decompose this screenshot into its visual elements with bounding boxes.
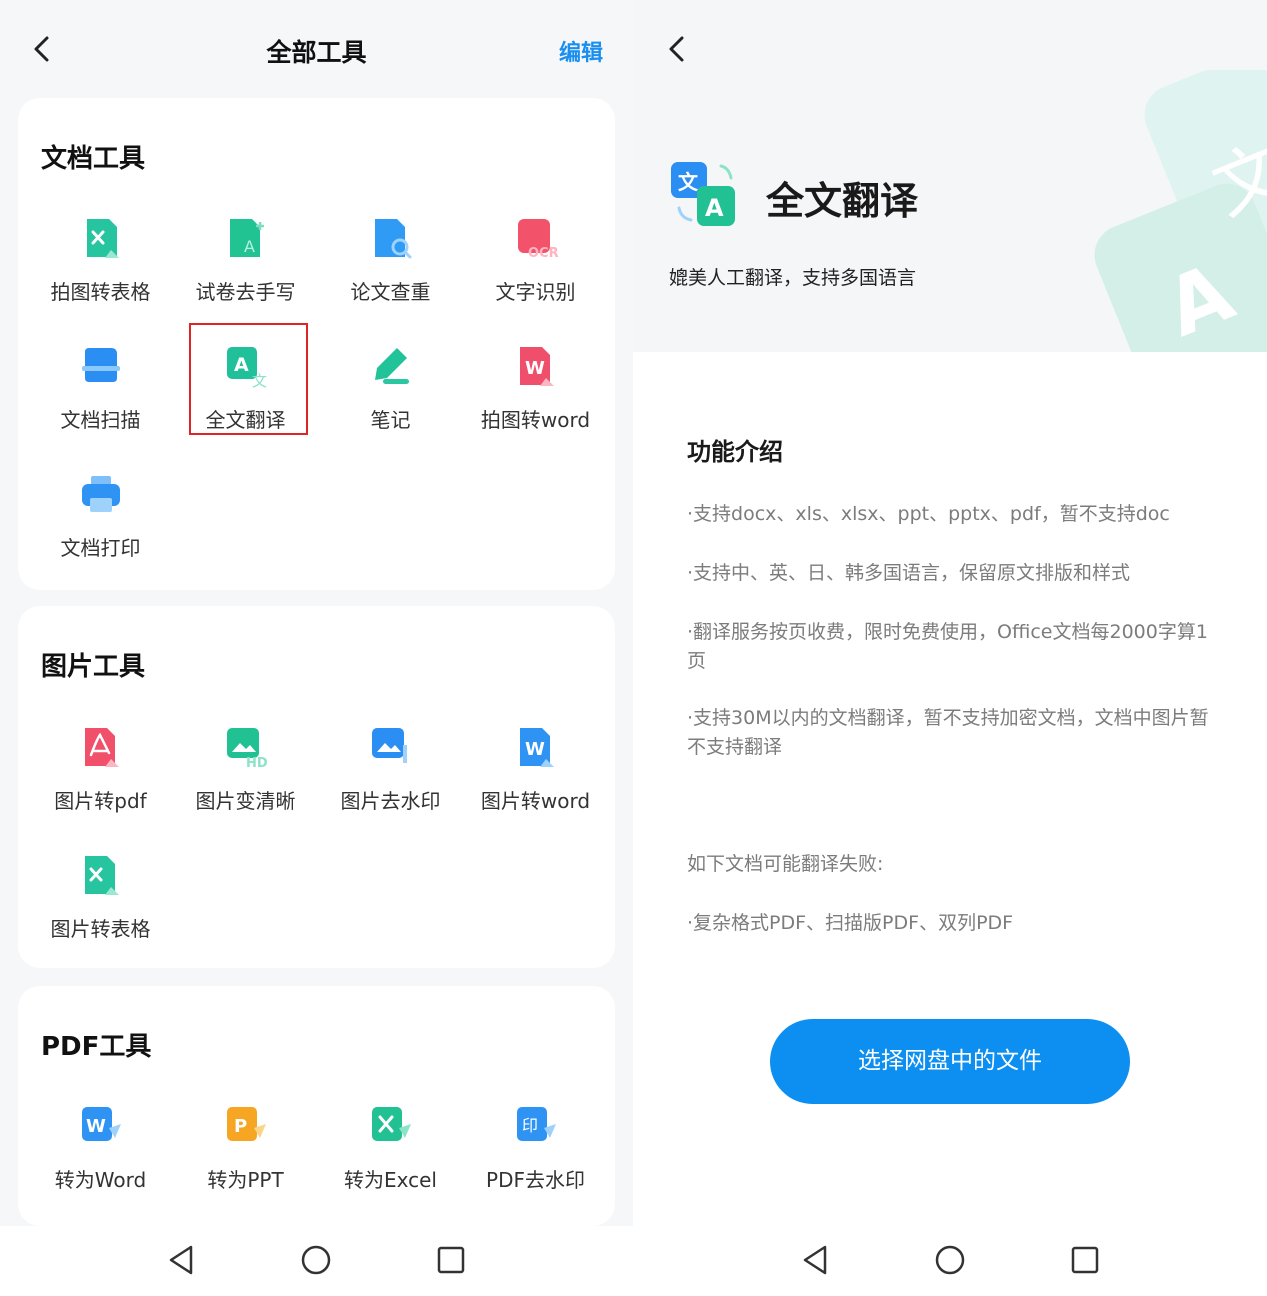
pdf-to-ppt-icon: P xyxy=(226,1107,266,1141)
translate-watermark-icon: 文 A xyxy=(1094,70,1267,352)
all-tools-screen: 全部工具 编辑 文档工具 拍图转表格 A 试卷去手写 论文查重 OCR 文字识别… xyxy=(0,0,633,1296)
failure-item: ·复杂格式PDF、扫描版PDF、双列PDF xyxy=(687,912,1014,934)
home-circle-icon[interactable] xyxy=(298,1242,334,1278)
tool-label: 转为PPT xyxy=(207,1168,284,1192)
back-triangle-icon[interactable] xyxy=(797,1242,833,1278)
tool-label: 图片去水印 xyxy=(340,789,441,813)
tool-pdf-to-excel[interactable]: 转为Excel xyxy=(318,1104,463,1224)
translate-icon: A 文 xyxy=(226,347,267,388)
tool-image-hd[interactable]: HD 图片变清晰 xyxy=(173,725,318,845)
photo-to-table-icon xyxy=(86,219,119,258)
section-title: 功能介绍 xyxy=(687,438,783,466)
plagiarism-check-icon xyxy=(374,219,411,259)
svg-text:W: W xyxy=(525,739,545,760)
tool-label: 转为Word xyxy=(54,1168,147,1192)
tool-pdf-remove-watermark[interactable]: 印 PDF去水印 xyxy=(463,1104,608,1224)
tool-ocr[interactable]: OCR 文字识别 xyxy=(463,216,608,336)
tool-note[interactable]: 笔记 xyxy=(318,344,463,464)
svg-text:文: 文 xyxy=(252,372,267,388)
tool-document-scan[interactable]: 文档扫描 xyxy=(28,344,173,464)
tool-image-to-word[interactable]: W 图片转word xyxy=(463,725,608,845)
tool-pdf-to-word[interactable]: W 转为Word xyxy=(28,1104,173,1224)
pdf-remove-watermark-icon: 印 xyxy=(516,1107,556,1141)
tool-document-print[interactable]: 文档打印 xyxy=(28,472,173,592)
image-hd-icon: HD xyxy=(226,728,268,769)
page-title: 全部工具 xyxy=(266,38,367,67)
tool-label: 文档打印 xyxy=(60,536,141,560)
tool-plagiarism-check[interactable]: 论文查重 xyxy=(318,216,463,336)
svg-text:W: W xyxy=(525,358,545,379)
document-tools-card: 文档工具 拍图转表格 A 试卷去手写 论文查重 OCR 文字识别 文档扫描 A … xyxy=(18,98,615,590)
back-triangle-icon[interactable] xyxy=(163,1242,199,1278)
translate-icon: 文 A xyxy=(671,162,735,226)
svg-text:HD: HD xyxy=(246,756,268,769)
remove-handwriting-icon: A xyxy=(229,219,264,257)
feature-item: ·支持docx、xls、xlsx、ppt、pptx、pdf，暂不支持doc xyxy=(687,503,1170,525)
feature-item: ·翻译服务按页收费，限时免费使用，Office文档每2000字算1页 xyxy=(687,621,1208,672)
tool-pdf-to-ppt[interactable]: P 转为PPT xyxy=(173,1104,318,1224)
pdf-tools-card: PDF工具 W 转为Word P 转为PPT 转为Excel 印 PDF去水印 xyxy=(18,986,615,1226)
feature-item: ·支持30M以内的文档翻译，暂不支持加密文档，文档中图片暂不支持翻译 xyxy=(687,707,1209,758)
tool-label: 试卷去手写 xyxy=(195,280,296,304)
home-circle-icon[interactable] xyxy=(932,1242,968,1278)
recents-square-icon[interactable] xyxy=(1067,1242,1103,1278)
tool-label: 转为Excel xyxy=(344,1168,437,1192)
svg-text:印: 印 xyxy=(522,1116,538,1135)
tool-label: 拍图转word xyxy=(480,408,591,432)
note-pen-icon xyxy=(374,348,409,384)
printer-icon xyxy=(81,476,120,512)
pdf-to-excel-icon xyxy=(371,1107,411,1141)
recents-square-icon[interactable] xyxy=(433,1242,469,1278)
tool-label: 图片变清晰 xyxy=(195,789,296,813)
section-title: 图片工具 xyxy=(41,652,146,682)
tool-label: 文档扫描 xyxy=(60,408,141,432)
image-to-table-icon xyxy=(84,856,119,895)
photo-to-word-icon: W xyxy=(519,347,554,386)
tool-label: 拍图转表格 xyxy=(50,280,151,304)
system-nav-bar xyxy=(633,1226,1267,1296)
translate-detail-screen: 文 A 文 A 全文翻译 媲美人工翻译，支持多国语言 功能介绍 ·支持docx、… xyxy=(633,0,1267,1296)
select-file-button[interactable]: 选择网盘中的文件 xyxy=(770,1019,1130,1104)
tool-photo-to-word[interactable]: W 拍图转word xyxy=(463,344,608,464)
tool-label: PDF去水印 xyxy=(486,1168,585,1192)
image-to-pdf-icon xyxy=(84,728,119,767)
pdf-to-word-icon: W xyxy=(81,1107,121,1141)
tool-label: 图片转word xyxy=(480,789,591,813)
tool-label: 论文查重 xyxy=(350,280,431,304)
tool-label: 图片转pdf xyxy=(54,789,147,813)
tool-label: 全文翻译 xyxy=(205,408,286,432)
svg-text:W: W xyxy=(86,1116,106,1137)
section-title: PDF工具 xyxy=(41,1032,152,1062)
feature-subtitle: 媲美人工翻译，支持多国语言 xyxy=(669,267,917,289)
svg-text:P: P xyxy=(234,1116,247,1137)
svg-text:文: 文 xyxy=(678,170,699,194)
image-remove-watermark-icon xyxy=(371,728,407,763)
svg-text:OCR: OCR xyxy=(528,246,558,260)
failure-title: 如下文档可能翻译失败: xyxy=(687,853,884,875)
feature-item: ·支持中、英、日、韩多国语言，保留原文排版和样式 xyxy=(687,562,1131,584)
image-tools-card: 图片工具 图片转pdf HD 图片变清晰 图片去水印 W 图片转word 图片转… xyxy=(18,606,615,968)
document-scan-icon xyxy=(81,348,120,382)
hero-banner: 文 A 文 A 全文翻译 媲美人工翻译，支持多国语言 xyxy=(633,0,1267,352)
system-nav-bar xyxy=(0,1226,633,1296)
section-title: 文档工具 xyxy=(41,144,146,174)
tool-remove-handwriting[interactable]: A 试卷去手写 xyxy=(173,216,318,336)
back-button[interactable] xyxy=(665,34,689,64)
tool-translate[interactable]: A 文 全文翻译 xyxy=(173,344,318,464)
svg-text:A: A xyxy=(234,354,249,376)
tool-label: 文字识别 xyxy=(495,280,576,304)
tool-photo-to-table[interactable]: 拍图转表格 xyxy=(28,216,173,336)
edit-button[interactable]: 编辑 xyxy=(559,35,603,67)
tool-label: 笔记 xyxy=(370,408,411,432)
tool-image-to-table[interactable]: 图片转表格 xyxy=(28,853,173,973)
tool-image-remove-watermark[interactable]: 图片去水印 xyxy=(318,725,463,845)
tool-image-to-pdf[interactable]: 图片转pdf xyxy=(28,725,173,845)
tool-label: 图片转表格 xyxy=(50,917,151,941)
image-to-word-icon: W xyxy=(519,728,554,767)
ocr-icon: OCR xyxy=(517,219,558,260)
feature-title: 全文翻译 xyxy=(766,179,919,223)
svg-text:A: A xyxy=(705,194,724,222)
svg-text:A: A xyxy=(244,237,255,256)
